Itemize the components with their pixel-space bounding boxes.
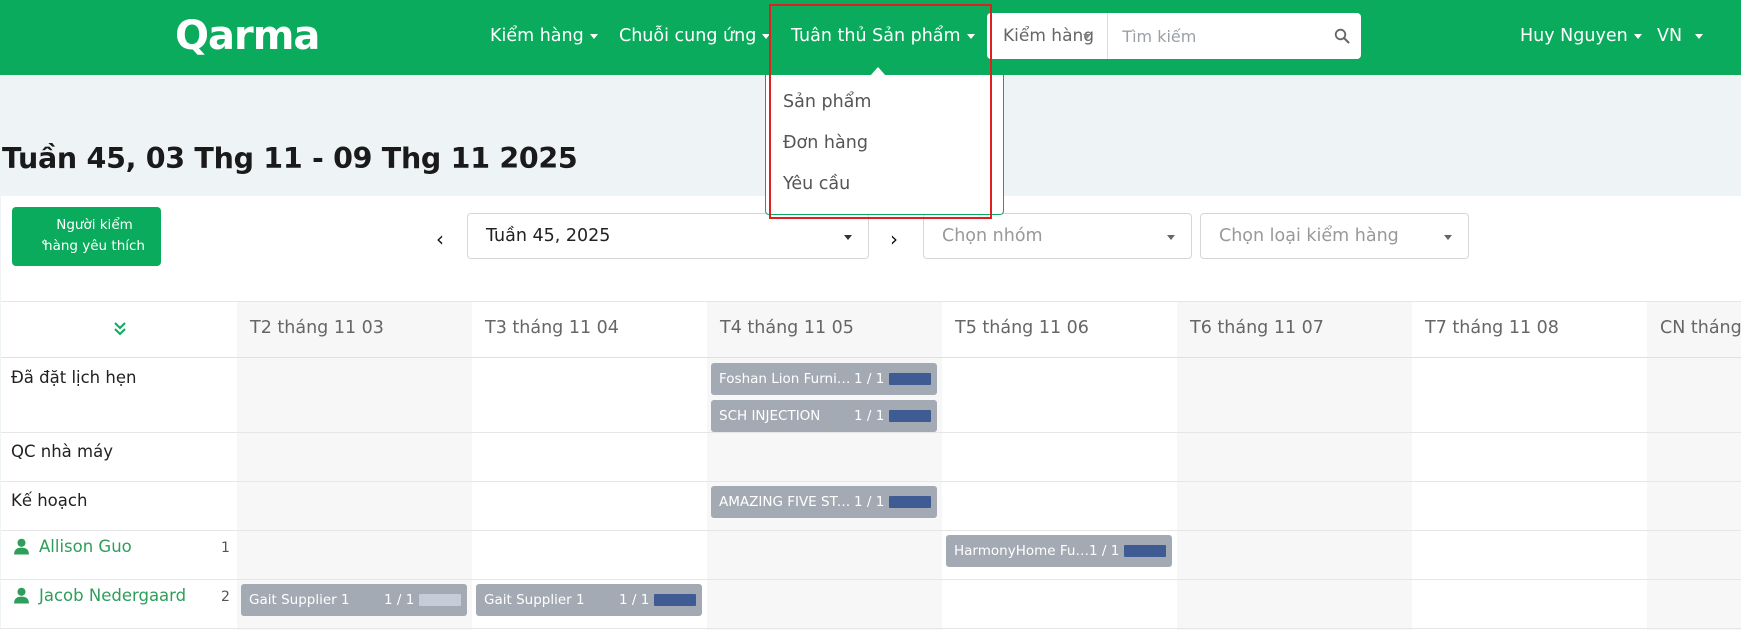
booking-supplier: AMAZING FIVE STAR	[719, 494, 854, 510]
inspection-type-select[interactable]: Chọn loại kiểm hàng	[1200, 213, 1469, 259]
search-type-label: Kiểm hàng	[1003, 26, 1095, 46]
group-select[interactable]: Chọn nhóm	[923, 213, 1192, 259]
booking-supplier: SCH INJECTION	[719, 408, 821, 424]
dropdown-item-products[interactable]: Sản phẩm	[783, 92, 871, 112]
inspector-count: 1	[221, 540, 230, 556]
caret-down-icon	[1083, 34, 1092, 39]
nav-product-compliance[interactable]: Tuân thủ Sản phẩm	[791, 22, 975, 50]
booking-chip[interactable]: HarmonyHome Furniture 1 / 1	[946, 535, 1172, 567]
row-divider	[1, 432, 1741, 433]
booking-progress-bar	[889, 373, 931, 385]
inspector-name: Allison Guo	[39, 537, 132, 556]
search-group: Kiểm hàng	[987, 13, 1361, 59]
nav-inspections-label: Kiểm hàng	[490, 26, 584, 46]
favorite-button-line-1: Người kiểm	[56, 217, 133, 233]
product-compliance-dropdown: Sản phẩm Đơn hàng Yêu cầu	[765, 75, 1004, 215]
booking-ratio: 1 / 1	[384, 592, 415, 608]
nav-inspections[interactable]: Kiểm hàng	[490, 22, 598, 50]
caret-down-icon	[1633, 33, 1642, 39]
previous-week-button[interactable]: ‹	[430, 227, 450, 251]
dropdown-item-orders[interactable]: Đơn hàng	[783, 133, 868, 153]
search-type-select[interactable]: Kiểm hàng	[987, 13, 1109, 59]
inspector-allison-guo[interactable]: Allison Guo	[13, 537, 132, 556]
booking-ratio: 1 / 1	[854, 371, 885, 387]
page-title: Tuần 45, 03 Thg 11 - 09 Thg 11 2025	[2, 142, 578, 175]
nav-product-compliance-label: Tuân thủ Sản phẩm	[791, 26, 961, 46]
booking-ratio: 1 / 1	[619, 592, 650, 608]
language-menu[interactable]: VN	[1657, 22, 1704, 50]
group-select-placeholder: Chọn nhóm	[942, 226, 1043, 246]
row-label-planned: Kế hoạch	[11, 491, 88, 510]
caret-down-icon	[762, 33, 771, 39]
booking-progress-bar	[654, 594, 696, 606]
qarma-logo[interactable]: Qarma	[175, 13, 320, 59]
favorite-button-line-2: hàng yêu thích	[44, 238, 145, 254]
next-week-button[interactable]: ›	[884, 227, 904, 251]
user-menu[interactable]: Huy Nguyen	[1520, 22, 1642, 50]
caret-down-icon	[844, 235, 852, 240]
day-header-thu: T5 tháng 11 06	[955, 318, 1089, 338]
nav-supply-chain[interactable]: Chuỗi cung ứng	[619, 22, 771, 50]
caret-down-icon	[966, 33, 975, 39]
caret-down-icon	[1444, 235, 1452, 240]
user-name: Huy Nguyen	[1520, 26, 1628, 46]
language-code: VN	[1657, 26, 1683, 46]
day-header-sun: CN tháng	[1660, 318, 1741, 338]
row-divider	[1, 579, 1741, 580]
booking-progress-bar	[419, 594, 461, 606]
caret-down-icon	[589, 33, 598, 39]
booking-ratio: 1 / 1	[1089, 543, 1120, 559]
inspector-count: 2	[221, 589, 230, 605]
booking-progress-bar	[889, 410, 931, 422]
search-input[interactable]	[1108, 13, 1323, 59]
user-icon	[14, 587, 29, 604]
day-header-sat: T7 tháng 11 08	[1425, 318, 1559, 338]
booking-chip[interactable]: Gait Supplier 1 1 / 1	[241, 584, 467, 616]
expand-all-icon[interactable]	[113, 320, 127, 336]
day-header-mon: T2 tháng 11 03	[250, 318, 384, 338]
inspector-jacob-nedergaard[interactable]: Jacob Nedergaard	[13, 586, 186, 605]
week-select[interactable]: Tuần 45, 2025	[467, 213, 869, 259]
day-header-wed: T4 tháng 11 05	[720, 318, 854, 338]
booking-supplier: HarmonyHome Furniture	[954, 543, 1089, 559]
user-icon	[14, 538, 29, 555]
search-icon	[1334, 28, 1350, 44]
row-label-booked: Đã đặt lịch hẹn	[11, 368, 137, 387]
nav-supply-chain-label: Chuỗi cung ứng	[619, 26, 757, 46]
caret-down-icon	[1695, 33, 1704, 39]
booking-chip[interactable]: Foshan Lion Furniture 1 / 1	[711, 363, 937, 395]
booking-chip[interactable]: AMAZING FIVE STAR 1 / 1	[711, 486, 937, 518]
caret-down-icon	[1167, 235, 1175, 240]
booking-chip[interactable]: SCH INJECTION 1 / 1	[711, 400, 937, 432]
day-header-tue: T3 tháng 11 04	[485, 318, 619, 338]
search-button[interactable]	[1322, 13, 1361, 59]
booking-progress-bar	[889, 496, 931, 508]
inspector-name: Jacob Nedergaard	[39, 586, 187, 605]
booking-progress-bar	[1124, 545, 1166, 557]
booking-ratio: 1 / 1	[854, 494, 885, 510]
day-header-fri: T6 tháng 11 07	[1190, 318, 1324, 338]
dropdown-item-requests[interactable]: Yêu cầu	[783, 174, 850, 194]
row-divider	[1, 481, 1741, 482]
week-select-value: Tuần 45, 2025	[486, 226, 611, 246]
favorite-inspectors-button[interactable]: ‹ Người kiểm hàng yêu thích	[12, 207, 161, 266]
row-divider	[1, 628, 1741, 629]
booking-ratio: 1 / 1	[854, 408, 885, 424]
booking-supplier: Gait Supplier 1	[249, 592, 350, 608]
booking-supplier: Gait Supplier 1	[484, 592, 585, 608]
day-header-row: T2 tháng 11 03 T3 tháng 11 04 T4 tháng 1…	[1, 301, 1741, 358]
row-label-factory-qc: QC nhà máy	[11, 442, 113, 461]
top-navbar: Qarma Kiểm hàng Chuỗi cung ứng Tuân thủ …	[0, 0, 1741, 75]
booking-supplier: Foshan Lion Furniture	[719, 371, 854, 387]
inspection-type-placeholder: Chọn loại kiểm hàng	[1219, 226, 1399, 246]
row-divider	[1, 530, 1741, 531]
chevron-left-icon: ‹	[41, 235, 47, 250]
booking-chip[interactable]: Gait Supplier 1 1 / 1	[476, 584, 702, 616]
